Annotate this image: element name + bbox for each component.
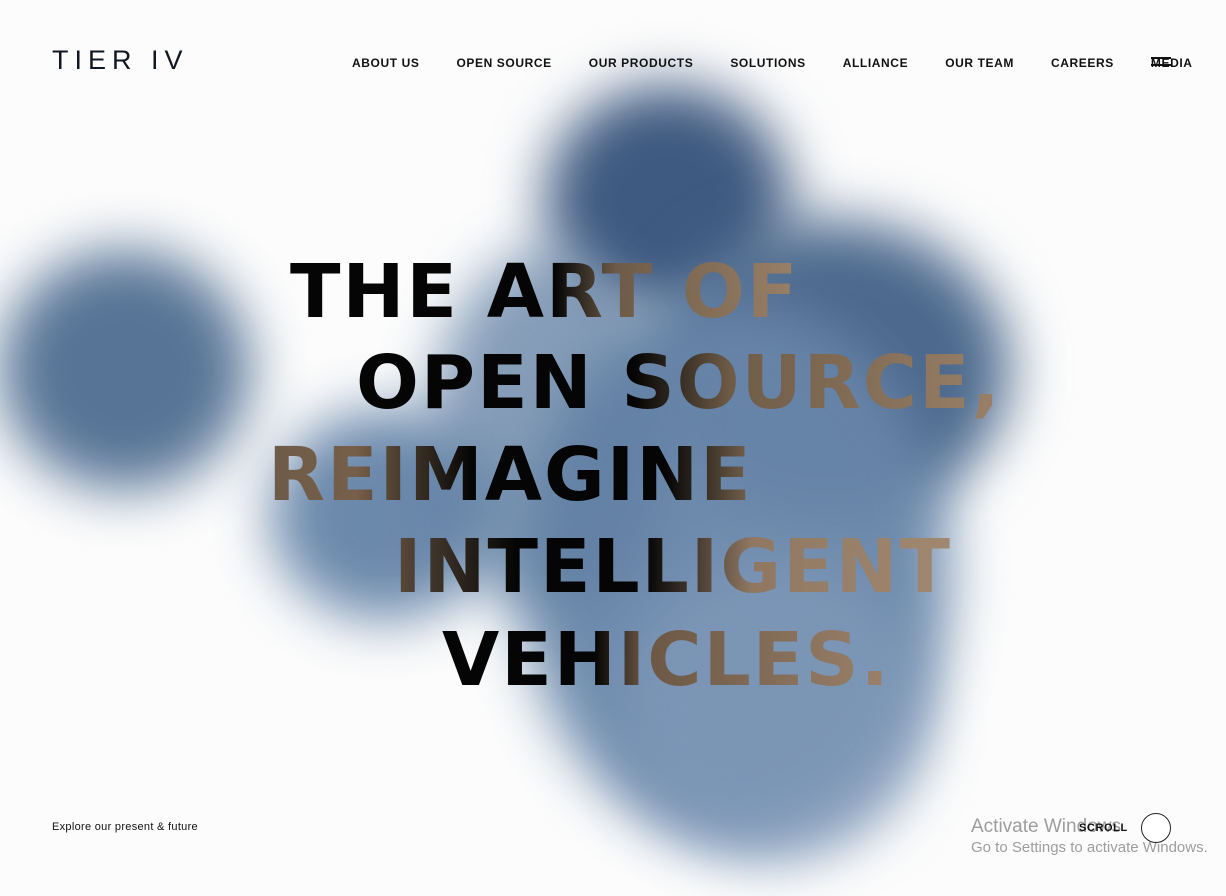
nav-item-solutions[interactable]: SOLUTIONS [730, 56, 805, 70]
scroll-label[interactable]: SCROLL [1079, 822, 1128, 834]
nav-item-about-us[interactable]: ABOUT US [352, 56, 419, 70]
hero-line-5: VEHICLES. [442, 617, 891, 703]
explore-caption: Explore our present & future [52, 821, 198, 833]
landing-page: TIER IV ABOUT US OPEN SOURCE OUR PRODUCT… [0, 0, 1226, 896]
site-header: TIER IV ABOUT US OPEN SOURCE OUR PRODUCT… [0, 0, 1226, 130]
nav-item-our-products[interactable]: OUR PRODUCTS [589, 56, 694, 70]
hero-line-4: INTELLIGENT [394, 524, 953, 610]
menu-line-top [1151, 57, 1171, 59]
nav-item-careers[interactable]: CAREERS [1051, 56, 1114, 70]
main-navigation: ABOUT US OPEN SOURCE OUR PRODUCTS SOLUTI… [352, 56, 1193, 70]
hero-line-1: THE ART OF [290, 249, 800, 335]
hero-line-2: OPEN SOURCE, [356, 340, 1002, 426]
nav-item-open-source[interactable]: OPEN SOURCE [456, 56, 551, 70]
nav-item-alliance[interactable]: ALLIANCE [843, 56, 908, 70]
scroll-circle-icon[interactable] [1141, 813, 1171, 843]
menu-line-bottom [1151, 64, 1171, 66]
hero-section: THE ART OF OPEN SOURCE, REIMAGINE INTELL… [0, 0, 1226, 896]
logo[interactable]: TIER IV [52, 45, 189, 76]
hamburger-menu-icon[interactable] [1149, 55, 1173, 71]
nav-item-our-team[interactable]: OUR TEAM [945, 56, 1014, 70]
hero-line-3: REIMAGINE [268, 432, 753, 518]
